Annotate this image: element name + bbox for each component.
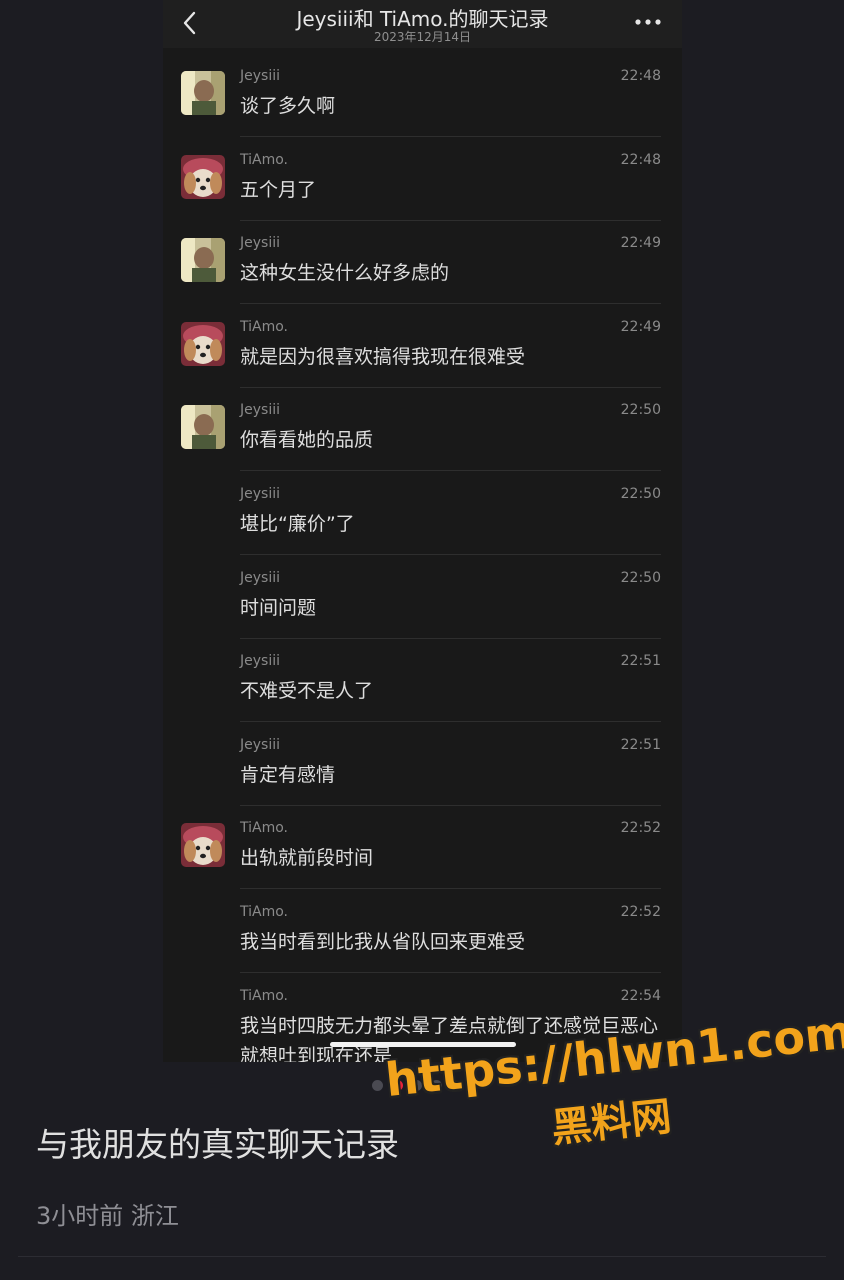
- message-sender: TiAmo.: [240, 820, 288, 837]
- message-sender: Jeysiii: [240, 402, 280, 419]
- dog-avatar[interactable]: [181, 154, 225, 199]
- divider: [18, 1256, 826, 1257]
- message-time: 22:49: [620, 318, 661, 335]
- chat-header: Jeysiii和 TiAmo.的聊天记录 2023年12月14日: [163, 0, 682, 48]
- message-sender: Jeysiii: [240, 235, 280, 252]
- message-item[interactable]: Jeysiii 22:50 堪比“廉价”了: [163, 471, 682, 555]
- boy-avatar[interactable]: [181, 71, 225, 115]
- message-text: 谈了多久啊: [240, 95, 336, 117]
- boy-avatar[interactable]: [181, 405, 225, 450]
- message-item[interactable]: Jeysiii 22:51 肯定有感情: [163, 722, 682, 806]
- message-sender: Jeysiii: [240, 653, 280, 670]
- message-text: 堪比“廉价”了: [240, 513, 355, 535]
- message-text: 你看看她的品质: [240, 429, 374, 452]
- message-sender: Jeysiii: [240, 486, 280, 502]
- message-time: 22:48: [620, 151, 661, 168]
- message-time: 22:51: [620, 736, 661, 753]
- dog-avatar[interactable]: [181, 321, 225, 366]
- message-text: 这种女生没什么好多虑的: [240, 262, 450, 285]
- message-time: 22:50: [620, 402, 661, 419]
- message-item[interactable]: TiAmo. 22:52 我当时看到比我从省队回来更难受: [163, 889, 682, 973]
- message-sender: TiAmo.: [240, 904, 288, 920]
- message-sender: Jeysiii: [240, 68, 280, 84]
- message-time: 22:54: [620, 987, 661, 1004]
- dog-avatar[interactable]: [181, 823, 225, 868]
- boy-avatar[interactable]: [181, 238, 225, 283]
- message-time: 22:50: [620, 569, 661, 586]
- message-item[interactable]: TiAmo. 22:48 五个月了: [163, 137, 682, 221]
- message-item[interactable]: Jeysiii 22:48 谈了多久啊: [163, 53, 682, 137]
- message-text: 就是因为很喜欢搞得我现在很难受: [240, 345, 526, 368]
- message-text: 肯定有感情: [240, 763, 336, 786]
- message-item[interactable]: Jeysiii 22:50 时间问题: [163, 555, 682, 639]
- message-sender: TiAmo.: [240, 987, 288, 1004]
- post-meta: 3小时前 浙江: [36, 1202, 179, 1230]
- message-time: 22:48: [620, 68, 661, 84]
- message-item[interactable]: Jeysiii 22:50 你看看她的品质: [163, 387, 682, 472]
- message-item[interactable]: TiAmo. 22:52 出轨就前段时间: [163, 805, 682, 890]
- message-time: 22:52: [620, 904, 661, 920]
- pager-dot[interactable]: [372, 1080, 383, 1091]
- message-text: 五个月了: [240, 178, 317, 201]
- chat-date: 2023年12月14日: [373, 30, 472, 44]
- message-text: 出轨就前段时间: [240, 847, 374, 870]
- message-item[interactable]: Jeysiii 22:49 这种女生没什么好多虑的: [163, 220, 682, 305]
- message-item[interactable]: TiAmo. 22:49 就是因为很喜欢搞得我现在很难受: [163, 304, 682, 388]
- message-time: 22:52: [620, 820, 661, 837]
- post-caption: 与我朋友的真实聊天记录: [36, 1125, 399, 1164]
- message-item[interactable]: Jeysiii 22:51 不难受不是人了: [163, 638, 682, 723]
- message-text: 时间问题: [240, 596, 317, 619]
- message-text: 我当时看到比我从省队回来更难受: [240, 931, 526, 953]
- message-sender: TiAmo.: [240, 318, 288, 335]
- message-time: 22:49: [620, 235, 661, 252]
- message-sender: TiAmo.: [240, 151, 288, 168]
- message-sender: Jeysiii: [240, 569, 280, 586]
- more-options-icon[interactable]: [632, 12, 664, 32]
- message-time: 22:50: [620, 486, 661, 502]
- message-time: 22:51: [620, 653, 661, 670]
- message-text: 不难受不是人了: [240, 680, 374, 703]
- message-sender: Jeysiii: [240, 736, 280, 753]
- chat-screenshot: Jeysiii和 TiAmo.的聊天记录 2023年12月14日 Jeysiii…: [163, 0, 682, 1062]
